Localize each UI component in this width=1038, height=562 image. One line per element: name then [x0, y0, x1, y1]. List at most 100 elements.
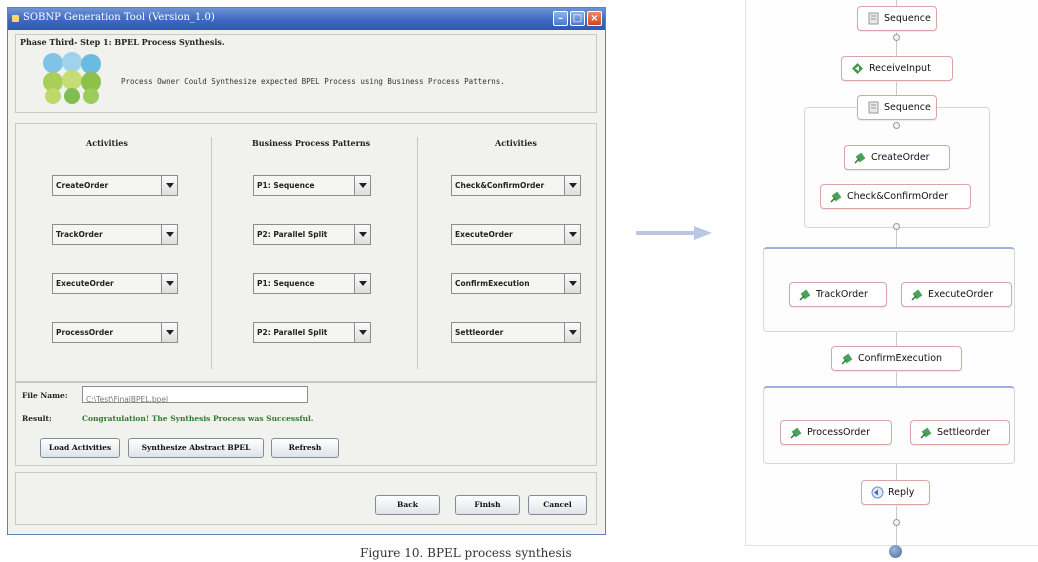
- settle-order-node[interactable]: Settleorder: [910, 420, 1010, 445]
- result-message: Congratulation! The Synthesis Process wa…: [82, 414, 314, 423]
- chevron-down-icon[interactable]: [354, 225, 370, 244]
- execute-order-node[interactable]: ExecuteOrder: [901, 282, 1012, 307]
- right-activities-header: Activities: [495, 138, 537, 148]
- select-value: Check&ConfirmOrder: [455, 181, 545, 190]
- pattern-select[interactable]: P1: Sequence: [253, 273, 371, 294]
- select-value: CreateOrder: [56, 181, 109, 190]
- right-activity-select[interactable]: ConfirmExecution: [451, 273, 581, 294]
- reply-icon: [871, 486, 884, 499]
- synthesize-bpel-button[interactable]: Synthesize Abstract BPEL: [128, 438, 264, 458]
- cancel-button[interactable]: Cancel: [528, 495, 587, 515]
- chevron-down-icon[interactable]: [161, 176, 177, 195]
- chevron-down-icon[interactable]: [564, 323, 580, 342]
- back-button[interactable]: Back: [375, 495, 440, 515]
- left-activity-select[interactable]: ProcessOrder: [52, 322, 178, 343]
- node-label: TrackOrder: [816, 289, 868, 300]
- check-confirm-order-node[interactable]: Check&ConfirmOrder: [820, 184, 971, 209]
- column-divider: [211, 137, 212, 369]
- pattern-select[interactable]: P2: Parallel Split: [253, 322, 371, 343]
- chevron-down-icon[interactable]: [161, 225, 177, 244]
- receive-input-node[interactable]: ReceiveInput: [841, 56, 953, 81]
- select-value: P2: Parallel Split: [257, 328, 328, 337]
- load-activities-button[interactable]: Load Activities: [40, 438, 120, 458]
- maximize-icon[interactable]: □: [570, 11, 585, 26]
- right-activity-select[interactable]: Settleorder: [451, 322, 581, 343]
- node-label: ExecuteOrder: [928, 289, 993, 300]
- chevron-down-icon[interactable]: [161, 274, 177, 293]
- close-icon[interactable]: ×: [587, 11, 602, 26]
- chevron-down-icon[interactable]: [564, 274, 580, 293]
- invoke-icon: [911, 289, 923, 301]
- right-activity-select[interactable]: ExecuteOrder: [451, 224, 581, 245]
- file-name-input[interactable]: [83, 392, 307, 407]
- create-order-node[interactable]: CreateOrder: [844, 145, 950, 170]
- invoke-icon: [830, 191, 842, 203]
- receive-icon: [852, 63, 863, 74]
- chevron-down-icon[interactable]: [354, 274, 370, 293]
- chevron-down-icon[interactable]: [354, 176, 370, 195]
- invoke-icon: [841, 353, 853, 365]
- sequence-node[interactable]: Sequence: [857, 95, 937, 120]
- node-label: Check&ConfirmOrder: [847, 191, 949, 202]
- invoke-icon: [799, 289, 811, 301]
- left-activity-select[interactable]: TrackOrder: [52, 224, 178, 245]
- phase-panel: Phase Third- Step 1: BPEL Process Synthe…: [15, 34, 597, 113]
- select-value: ProcessOrder: [56, 328, 114, 337]
- result-label: Result:: [22, 414, 52, 423]
- process-order-node[interactable]: ProcessOrder: [780, 420, 892, 445]
- node-label: Sequence: [884, 13, 931, 24]
- select-value: ExecuteOrder: [455, 230, 513, 239]
- select-value: P1: Sequence: [257, 279, 315, 288]
- connector-dot: [893, 34, 900, 41]
- chevron-down-icon[interactable]: [354, 323, 370, 342]
- invoke-icon: [920, 427, 932, 439]
- chevron-down-icon[interactable]: [564, 225, 580, 244]
- confirm-execution-node[interactable]: ConfirmExecution: [831, 346, 962, 371]
- select-value: ExecuteOrder: [56, 279, 114, 288]
- sequence-icon: [868, 101, 879, 114]
- puzzle-logo-icon: [43, 52, 101, 104]
- connector-dot: [893, 519, 900, 526]
- select-value: TrackOrder: [56, 230, 103, 239]
- node-label: Sequence: [884, 102, 931, 113]
- left-activity-select[interactable]: CreateOrder: [52, 175, 178, 196]
- connector-dot: [893, 223, 900, 230]
- file-name-label: File Name:: [22, 391, 68, 400]
- connector-dot: [893, 122, 900, 129]
- select-value: P2: Parallel Split: [257, 230, 328, 239]
- file-name-field[interactable]: [82, 386, 308, 407]
- invoke-icon: [790, 427, 802, 439]
- node-label: Reply: [888, 487, 915, 498]
- sequence-icon: [868, 12, 879, 25]
- node-label: ProcessOrder: [807, 427, 871, 438]
- pattern-select[interactable]: P2: Parallel Split: [253, 224, 371, 245]
- node-label: CreateOrder: [871, 152, 930, 163]
- track-order-node[interactable]: TrackOrder: [789, 282, 887, 307]
- figure-caption: Figure 10. BPEL process synthesis: [360, 546, 572, 560]
- app-icon: [12, 15, 19, 22]
- minimize-icon[interactable]: –: [553, 11, 568, 26]
- invoke-icon: [854, 152, 866, 164]
- node-label: Settleorder: [937, 427, 991, 438]
- column-divider: [417, 137, 418, 369]
- select-value: Settleorder: [455, 328, 504, 337]
- right-activity-select[interactable]: Check&ConfirmOrder: [451, 175, 581, 196]
- end-node: [889, 545, 902, 558]
- chevron-down-icon[interactable]: [564, 176, 580, 195]
- left-activity-select[interactable]: ExecuteOrder: [52, 273, 178, 294]
- window-title: SOBNP Generation Tool (Version_1.0): [23, 12, 215, 23]
- select-value: ConfirmExecution: [455, 279, 530, 288]
- pattern-select[interactable]: P1: Sequence: [253, 175, 371, 196]
- sequence-node[interactable]: Sequence: [857, 6, 937, 31]
- finish-button[interactable]: Finish: [455, 495, 520, 515]
- node-label: ConfirmExecution: [858, 353, 943, 364]
- left-activities-header: Activities: [86, 138, 128, 148]
- phase-description: Process Owner Could Synthesize expected …: [121, 77, 505, 86]
- refresh-button[interactable]: Refresh: [271, 438, 339, 458]
- selection-panel: [15, 123, 597, 383]
- arrow-right-icon: [636, 226, 712, 240]
- reply-node[interactable]: Reply: [861, 480, 930, 505]
- node-label: ReceiveInput: [869, 63, 931, 74]
- chevron-down-icon[interactable]: [161, 323, 177, 342]
- title-bar: SOBNP Generation Tool (Version_1.0) – □ …: [8, 8, 605, 30]
